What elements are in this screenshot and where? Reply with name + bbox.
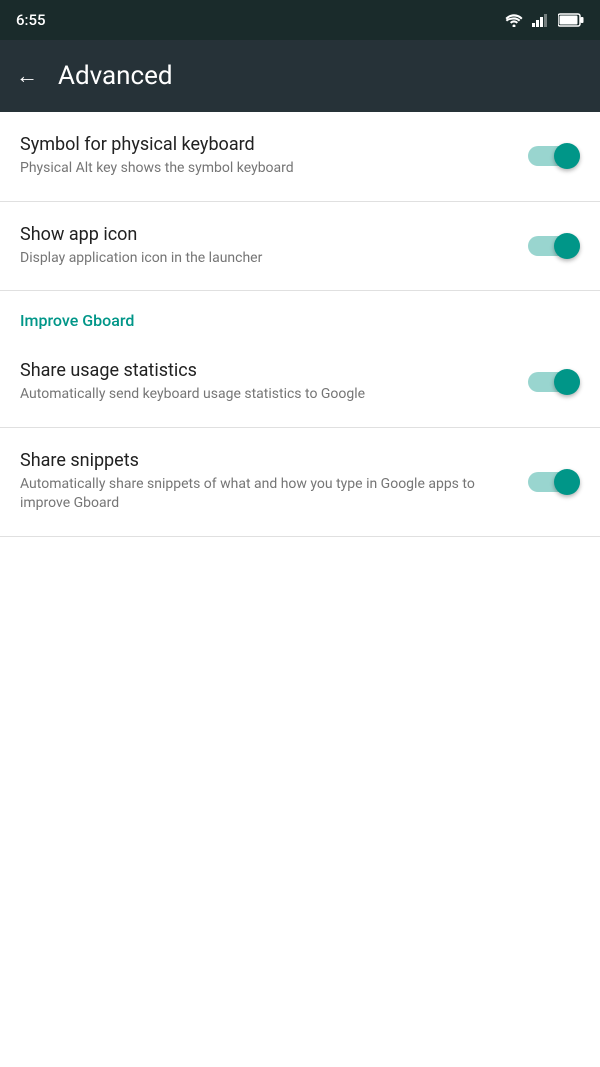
- wifi-icon: [504, 13, 524, 27]
- section-header-improve: Improve Gboard: [0, 291, 600, 338]
- status-time: 6:55: [16, 11, 46, 29]
- setting-desc-share-snippets: Automatically share snippets of what and…: [20, 475, 512, 514]
- setting-row-show-app-icon[interactable]: Show app icon Display application icon i…: [0, 202, 600, 292]
- setting-title-show-app-icon: Show app icon: [20, 224, 512, 245]
- setting-title-share-snippets: Share snippets: [20, 450, 512, 471]
- page-title: Advanced: [58, 61, 173, 91]
- section-title-improve: Improve Gboard: [20, 311, 580, 330]
- battery-icon: [558, 13, 584, 27]
- toggle-knob-share-usage: [554, 369, 580, 395]
- status-bar: 6:55: [0, 0, 600, 40]
- toggle-knob-show-app-icon: [554, 233, 580, 259]
- toggle-show-app-icon[interactable]: [528, 231, 580, 261]
- setting-row-symbol-keyboard[interactable]: Symbol for physical keyboard Physical Al…: [0, 112, 600, 202]
- signal-icon: [532, 13, 550, 27]
- content: Symbol for physical keyboard Physical Al…: [0, 112, 600, 537]
- toggle-symbol-keyboard[interactable]: [528, 141, 580, 171]
- toggle-share-usage[interactable]: [528, 367, 580, 397]
- toggle-share-snippets[interactable]: [528, 467, 580, 497]
- toggle-knob-share-snippets: [554, 469, 580, 495]
- setting-desc-share-usage: Automatically send keyboard usage statis…: [20, 385, 512, 405]
- setting-title-symbol-keyboard: Symbol for physical keyboard: [20, 134, 512, 155]
- setting-row-share-usage[interactable]: Share usage statistics Automatically sen…: [0, 338, 600, 428]
- setting-desc-symbol-keyboard: Physical Alt key shows the symbol keyboa…: [20, 159, 512, 179]
- toggle-knob-symbol-keyboard: [554, 143, 580, 169]
- setting-text-share-snippets: Share snippets Automatically share snipp…: [20, 450, 528, 514]
- setting-text-show-app-icon: Show app icon Display application icon i…: [20, 224, 528, 269]
- setting-desc-show-app-icon: Display application icon in the launcher: [20, 249, 512, 269]
- status-icons: [504, 13, 584, 27]
- setting-title-share-usage: Share usage statistics: [20, 360, 512, 381]
- setting-text-share-usage: Share usage statistics Automatically sen…: [20, 360, 528, 405]
- toolbar: ← Advanced: [0, 40, 600, 112]
- back-button[interactable]: ←: [16, 63, 38, 89]
- setting-row-share-snippets[interactable]: Share snippets Automatically share snipp…: [0, 428, 600, 537]
- setting-text-symbol-keyboard: Symbol for physical keyboard Physical Al…: [20, 134, 528, 179]
